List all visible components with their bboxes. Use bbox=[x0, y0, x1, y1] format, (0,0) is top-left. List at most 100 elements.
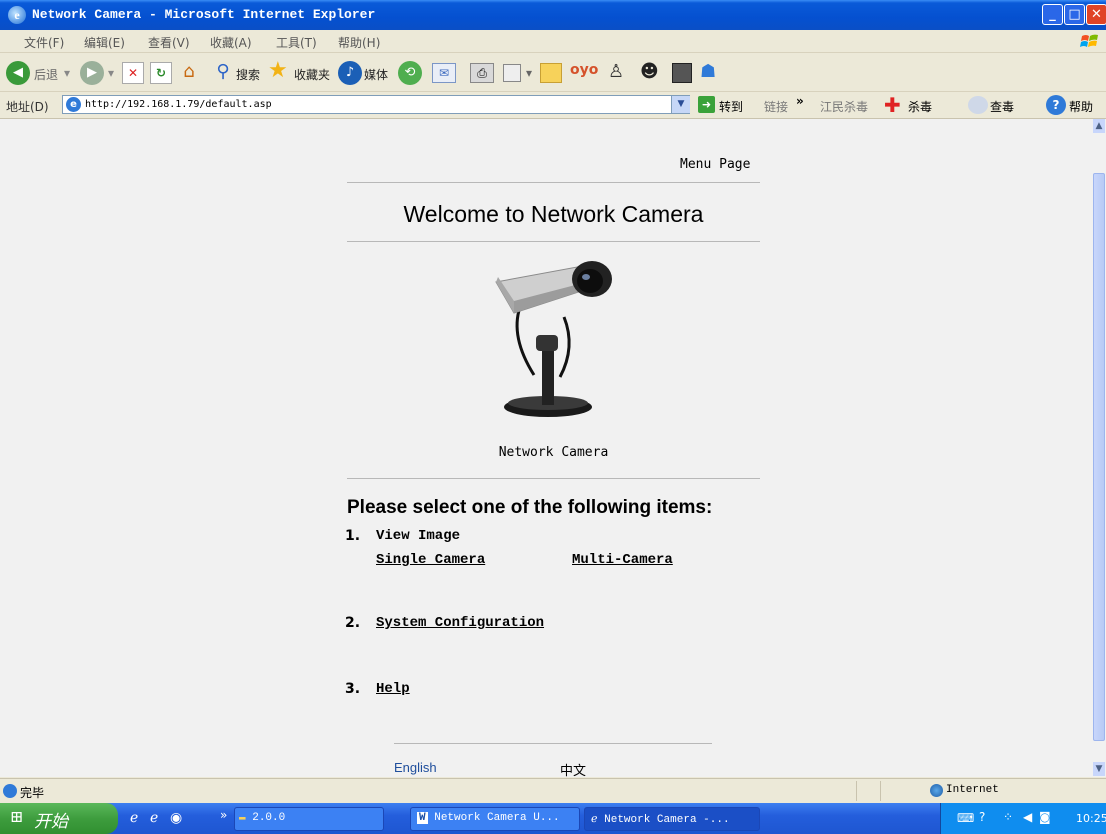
tray-arrow-icon[interactable]: ◀ bbox=[1023, 810, 1032, 824]
start-label: 开始 bbox=[34, 812, 68, 832]
toolbar: ◀ 后退 ▾ ▶ ▾ ✕ ↻ ⌂ ⚲ 搜索 ★ 收藏夹 ♪ 媒体 ⟲ ✉ ⎙ ▾… bbox=[0, 53, 1106, 92]
help-icon[interactable]: ? bbox=[1046, 95, 1066, 115]
status-bar: 完毕 Internet bbox=[0, 778, 1106, 803]
image-caption: Network Camera bbox=[498, 445, 609, 460]
divider bbox=[347, 241, 760, 242]
network-camera-image bbox=[495, 261, 612, 417]
task-folder[interactable]: ▬ 2.0.0 bbox=[234, 807, 384, 831]
menu-file[interactable]: 文件(F) bbox=[24, 34, 64, 51]
system-configuration-link[interactable]: System Configuration bbox=[376, 615, 544, 631]
plugin-jiangmin[interactable]: 江民杀毒 bbox=[820, 98, 868, 115]
single-camera-link[interactable]: Single Camera bbox=[376, 552, 485, 568]
menu-view[interactable]: 查看(V) bbox=[148, 34, 190, 51]
minimize-button[interactable]: _ bbox=[1042, 4, 1063, 25]
scroll-down-icon[interactable]: ▼ bbox=[1093, 762, 1105, 776]
back-dropdown-icon[interactable]: ▾ bbox=[64, 66, 70, 80]
refresh-icon[interactable]: ↻ bbox=[150, 62, 172, 84]
security-zone: Internet bbox=[946, 784, 999, 796]
chinese-link[interactable]: 中文 bbox=[560, 760, 586, 779]
mail-icon[interactable]: ✉ bbox=[432, 63, 456, 83]
task-ie-label: Network Camera -... bbox=[604, 814, 730, 826]
status-divider bbox=[880, 781, 881, 801]
ie-icon: e bbox=[8, 6, 26, 24]
multi-camera-link[interactable]: Multi-Camera bbox=[572, 552, 673, 568]
go-arrow-icon[interactable]: ➜ bbox=[698, 96, 715, 113]
print-icon[interactable]: ⎙ bbox=[470, 63, 494, 83]
favorites-star-icon[interactable]: ★ bbox=[268, 59, 292, 83]
tray-icon[interactable]: ⁘ bbox=[1003, 810, 1013, 824]
help-button-label[interactable]: 帮助 bbox=[1069, 98, 1093, 115]
help-tray-icon[interactable]: ? bbox=[979, 810, 985, 824]
status-divider bbox=[856, 781, 857, 801]
contacts-icon[interactable]: ☗ bbox=[700, 61, 722, 83]
folder-icon[interactable] bbox=[540, 63, 562, 83]
menu-help[interactable]: 帮助(H) bbox=[338, 34, 380, 51]
scan-icon[interactable] bbox=[968, 96, 988, 114]
status-text: 完毕 bbox=[20, 786, 45, 800]
item-number: 3. bbox=[345, 681, 361, 697]
home-icon[interactable]: ⌂ bbox=[178, 61, 200, 83]
back-button-label[interactable]: 后退 bbox=[34, 66, 58, 83]
english-link[interactable]: English bbox=[394, 760, 437, 775]
menu-favorites[interactable]: 收藏(A) bbox=[210, 34, 252, 51]
help-link[interactable]: Help bbox=[376, 681, 410, 697]
favorites-button-label[interactable]: 收藏夹 bbox=[294, 66, 330, 83]
plugin-scan-virus[interactable]: 查毒 bbox=[990, 98, 1014, 115]
folder-icon: ▬ bbox=[239, 812, 246, 824]
page-done-icon bbox=[3, 784, 17, 798]
network-tray-icon[interactable]: ◙ bbox=[1039, 810, 1051, 824]
chevron-more-icon[interactable]: » bbox=[796, 94, 804, 108]
history-icon[interactable]: ⟲ bbox=[398, 61, 422, 85]
task-folder-label: 2.0.0 bbox=[252, 812, 286, 824]
scrollbar-thumb[interactable] bbox=[1093, 173, 1105, 741]
plugin-kill-virus[interactable]: 杀毒 bbox=[908, 98, 932, 115]
maximize-button[interactable]: □ bbox=[1064, 4, 1085, 25]
divider bbox=[347, 182, 760, 183]
edit-icon[interactable] bbox=[503, 64, 521, 82]
edit-dropdown-icon[interactable]: ▾ bbox=[526, 66, 532, 80]
task-word-document[interactable]: W Network Camera U... bbox=[410, 807, 580, 831]
taskbar: ⊞ 开始 ℯ ℯ ◉ » ▬ 2.0.0 W Network Camera U.… bbox=[0, 803, 1106, 834]
menu-edit[interactable]: 编辑(E) bbox=[84, 34, 125, 51]
start-button[interactable]: ⊞ 开始 bbox=[0, 803, 118, 834]
address-url[interactable]: http://192.168.1.79/default.asp bbox=[85, 99, 272, 110]
window-title: Network Camera - Microsoft Internet Expl… bbox=[32, 7, 376, 22]
page-heading: Welcome to Network Camera bbox=[403, 201, 704, 227]
divider bbox=[347, 478, 760, 479]
red-cross-icon[interactable]: ✚ bbox=[884, 95, 904, 115]
word-icon: W bbox=[417, 812, 428, 824]
page-content: Menu Page Welcome to Network Camera Netw… bbox=[0, 119, 1092, 779]
quicklaunch-more-icon[interactable]: » bbox=[220, 808, 227, 822]
network-quicklaunch-icon[interactable]: ◉ bbox=[170, 810, 182, 826]
messenger-icon[interactable]: ♙ bbox=[608, 61, 630, 83]
task-word-label: Network Camera U... bbox=[434, 812, 560, 824]
search-button-label[interactable]: 搜索 bbox=[236, 66, 260, 83]
ie-quicklaunch-icon[interactable]: ℯ bbox=[130, 810, 138, 826]
close-button[interactable]: ✕ bbox=[1086, 4, 1106, 25]
oyo-icon[interactable]: oyo bbox=[570, 62, 598, 82]
divider bbox=[394, 743, 712, 744]
ie2-quicklaunch-icon[interactable]: ℯ bbox=[150, 810, 158, 826]
stop-icon[interactable]: ✕ bbox=[122, 62, 144, 84]
back-arrow-icon[interactable]: ◀ bbox=[6, 61, 30, 85]
ie-task-icon: ℯ bbox=[591, 814, 598, 826]
address-input[interactable]: e http://192.168.1.79/default.asp ▼ bbox=[62, 95, 690, 114]
keyboard-icon[interactable]: ⌨ bbox=[957, 811, 974, 825]
go-button-label[interactable]: 转到 bbox=[719, 98, 743, 115]
task-ie-window[interactable]: ℯ Network Camera -... bbox=[584, 807, 760, 831]
links-label[interactable]: 链接 bbox=[764, 98, 788, 115]
menu-page-label: Menu Page bbox=[680, 157, 751, 172]
scroll-up-icon[interactable]: ▲ bbox=[1093, 119, 1105, 133]
media-button-label[interactable]: 媒体 bbox=[364, 66, 388, 83]
forward-dropdown-icon[interactable]: ▾ bbox=[108, 66, 114, 80]
menu-tools[interactable]: 工具(T) bbox=[276, 34, 317, 51]
media-icon[interactable]: ♪ bbox=[338, 61, 362, 85]
forward-arrow-icon[interactable]: ▶ bbox=[80, 61, 104, 85]
address-dropdown-icon[interactable]: ▼ bbox=[671, 96, 690, 113]
clock: 10:25 bbox=[1076, 812, 1106, 825]
qq-icon[interactable]: ☻ bbox=[640, 61, 662, 83]
search-icon[interactable]: ⚲ bbox=[212, 61, 234, 83]
select-prompt: Please select one of the following items… bbox=[347, 497, 713, 518]
research-icon[interactable] bbox=[672, 63, 692, 83]
page-ie-icon: e bbox=[66, 97, 81, 112]
